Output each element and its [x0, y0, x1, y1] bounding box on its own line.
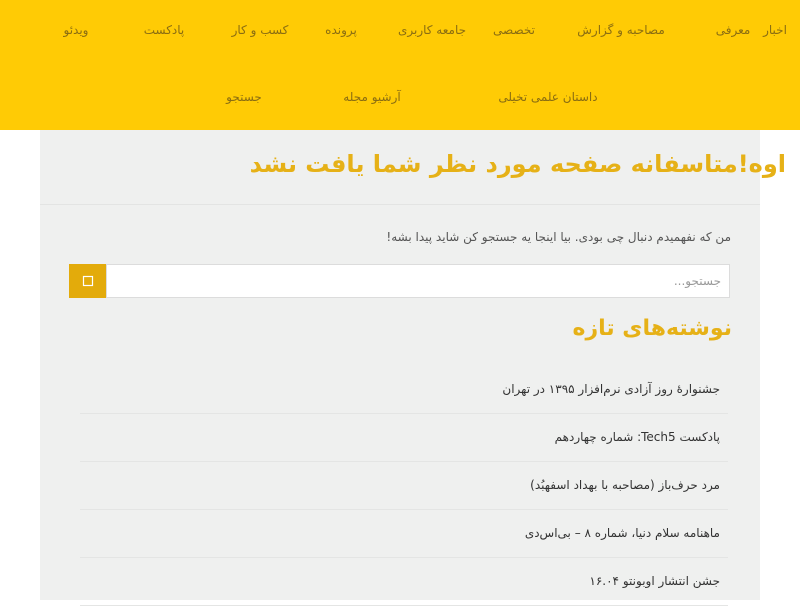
recent-post-link[interactable]: ماهنامه سلام دنیا، شماره ۸ – بی‌اس‌دی — [525, 526, 720, 540]
nav-row-primary: ویدئو پادکست کسب و کار پرونده جامعه کارب… — [0, 15, 800, 45]
top-navigation: ویدئو پادکست کسب و کار پرونده جامعه کارب… — [0, 0, 800, 130]
nav-item-magazine-archive[interactable]: آرشیو مجله — [343, 82, 400, 112]
nav-item-sci-fi-stories[interactable]: داستان علمی تخیلی — [498, 82, 597, 112]
nav-item-community[interactable]: جامعه کاربری — [398, 15, 466, 45]
recent-posts-title: نوشته‌های تازه — [572, 316, 732, 341]
list-item: جشنوارهٔ روز آزادی نرم‌افزار ۱۳۹۵ در تهر… — [80, 366, 728, 414]
nav-item-specialized[interactable]: تخصصی — [493, 15, 535, 45]
search-button[interactable] — [69, 264, 106, 298]
page-title: اوه!متاسفانه صفحه مورد نظر شما یافت نشد — [249, 150, 786, 178]
list-item: جشن انتشار اوبونتو ۱۶.۰۴ — [80, 558, 728, 606]
nav-item-search[interactable]: جستجو — [226, 82, 262, 112]
list-item: ماهنامه سلام دنیا، شماره ۸ – بی‌اس‌دی — [80, 510, 728, 558]
nav-item-news[interactable]: اخبار — [763, 15, 787, 45]
nav-item-video[interactable]: ویدئو — [64, 15, 89, 45]
search-input[interactable] — [106, 264, 730, 298]
not-found-message: من که نفهمیدم دنبال چی بودی. بیا اینجا ی… — [386, 230, 731, 244]
title-divider — [40, 204, 760, 205]
nav-item-interview-report[interactable]: مصاحبه و گزارش — [577, 15, 665, 45]
nav-item-introduction[interactable]: معرفی — [716, 15, 751, 45]
list-item: پادکست Tech5: شماره چهاردهم — [80, 414, 728, 462]
search-icon — [82, 275, 93, 287]
recent-posts-list: جشنوارهٔ روز آزادی نرم‌افزار ۱۳۹۵ در تهر… — [80, 366, 728, 606]
recent-post-link[interactable]: جشن انتشار اوبونتو ۱۶.۰۴ — [589, 574, 720, 588]
nav-row-secondary: جستجو آرشیو مجله داستان علمی تخیلی — [0, 82, 800, 112]
nav-item-dossier[interactable]: پرونده — [325, 15, 357, 45]
recent-post-link[interactable]: جشنوارهٔ روز آزادی نرم‌افزار ۱۳۹۵ در تهر… — [502, 382, 720, 396]
nav-item-business[interactable]: کسب و کار — [232, 15, 289, 45]
recent-post-link[interactable]: پادکست Tech5: شماره چهاردهم — [555, 430, 720, 444]
recent-post-link[interactable]: مرد حرف‌باز (مصاحبه با بهداد اسفهبُد) — [530, 478, 720, 492]
nav-item-podcast[interactable]: پادکست — [144, 15, 185, 45]
list-item: مرد حرف‌باز (مصاحبه با بهداد اسفهبُد) — [80, 462, 728, 510]
